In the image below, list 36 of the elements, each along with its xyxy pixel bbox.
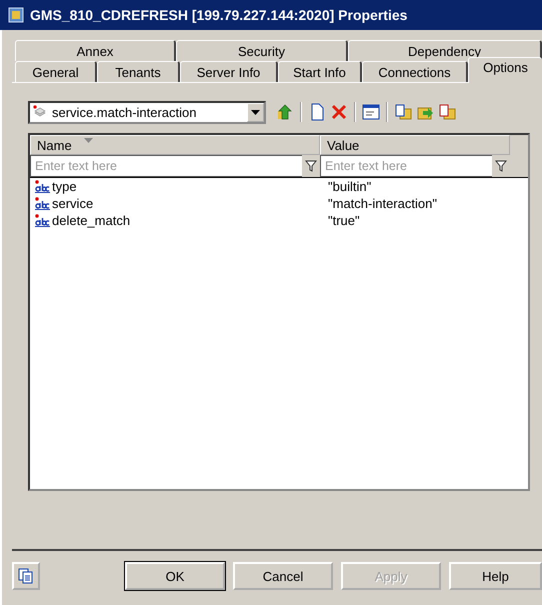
column-header[interactable]: Value [320,135,510,155]
tab[interactable]: Start Info [278,61,362,82]
table-cell: type [52,179,77,194]
table-cell: "true" [328,213,360,228]
tab[interactable]: Connections [362,61,468,82]
tab[interactable]: Tenants [97,61,180,82]
sort-icon [84,138,93,142]
copy-button[interactable] [12,562,40,590]
copy-folder-icon[interactable] [394,103,412,121]
window-title: GMS_810_CDREFRESH [199.79.227.144:2020] Properties [30,7,408,23]
filter-field[interactable]: Enter text here [320,155,492,177]
filter-field[interactable]: Enter text here [30,155,302,177]
section-dropdown[interactable]: service.match-interaction [28,100,266,124]
edit-window-icon[interactable] [362,103,380,121]
tab[interactable]: General [15,61,97,82]
up-arrow-icon[interactable] [276,103,294,121]
tab[interactable]: Options [468,57,542,83]
folder-document-icon[interactable] [438,103,456,121]
dialog-button[interactable]: Cancel [233,562,333,590]
text-type-icon [35,197,50,210]
dialog-button[interactable]: Help [449,562,542,590]
tab[interactable]: Dependency [348,40,542,61]
tab[interactable]: Security [176,40,348,61]
copy-icon [18,568,34,584]
text-type-icon [35,180,50,193]
app-icon [8,7,24,23]
table-cell: delete_match [52,213,130,228]
stack-icon [33,105,47,119]
table-cell: "builtin" [328,179,372,194]
tab[interactable]: Annex [15,40,176,61]
table-cell: "match-interaction" [328,196,437,211]
text-type-icon [35,214,50,227]
dialog-button[interactable]: OK [125,562,225,590]
tab[interactable]: Server Info [180,61,278,82]
column-header[interactable]: Name [30,135,320,155]
table-cell: service [52,196,94,211]
